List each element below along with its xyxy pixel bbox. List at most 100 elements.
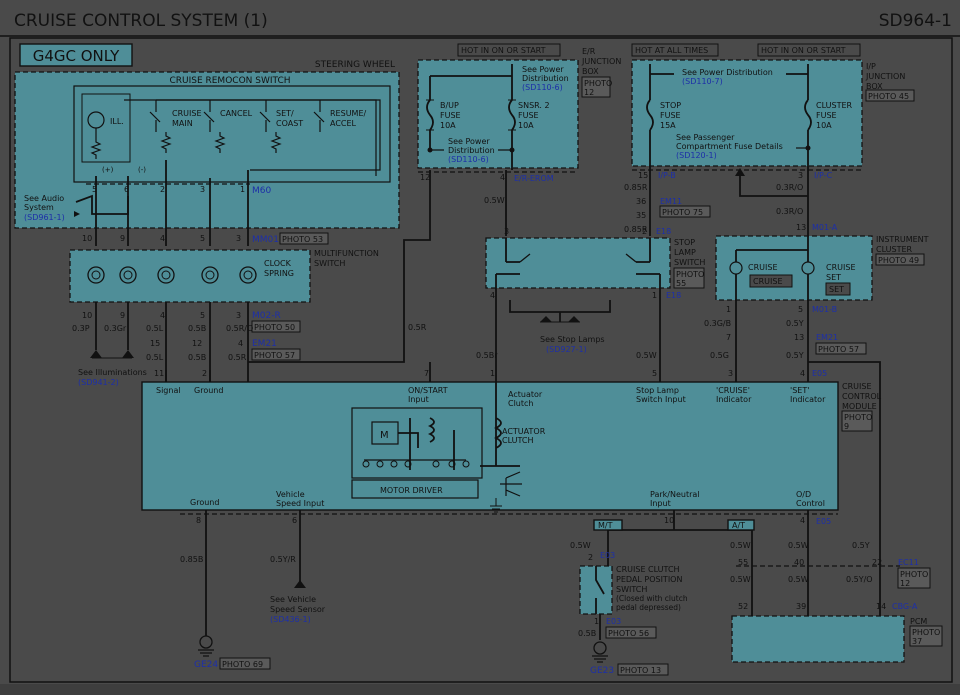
cbg-pin-52: 52 xyxy=(738,602,748,611)
ge24-connector: GE24 xyxy=(194,660,218,670)
cbg-pin-14: 14 xyxy=(876,602,886,611)
m02-connector: M02-R xyxy=(252,311,281,321)
wire-0-5w-stop: 0.5W xyxy=(636,351,657,360)
svg-text:3: 3 xyxy=(728,369,733,378)
m01a-connector: M01-A xyxy=(812,223,838,232)
cluster-title-1: INSTRUMENT xyxy=(876,235,929,244)
page-code: SD964-1 xyxy=(879,11,952,31)
wire-0-5y: 0.5Y xyxy=(786,319,804,328)
ccm-pn-label-1: Park/Neutral xyxy=(650,490,700,499)
wire-0-5br: 0.5Br xyxy=(476,351,498,360)
svg-text:1: 1 xyxy=(490,369,495,378)
er-pd2-link[interactable]: (SD110-6) xyxy=(448,155,489,164)
er-see-pd-2: Distribution xyxy=(522,74,569,83)
ccm-actuator-label-1: Actuator xyxy=(508,390,543,399)
ip-b-connector: I/P-B xyxy=(658,171,676,180)
clutch-switch-label-5: pedal depressed) xyxy=(616,603,681,612)
wire-0-5b-clutch: 0.5B xyxy=(578,629,596,638)
wire-0-5w-er: 0.5W xyxy=(484,196,505,205)
clutch-switch-label-1: CRUISE CLUTCH xyxy=(616,565,680,574)
ccm-cruise-label-2: Indicator xyxy=(716,395,752,404)
m01b-pin-5: 5 xyxy=(798,305,803,314)
stop-switch-pin-1: 1 xyxy=(652,291,657,300)
e18-connector: E18 xyxy=(656,227,671,236)
er-see-pd-link[interactable]: (SD110-6) xyxy=(522,83,563,92)
er-box-title-2: JUNCTION xyxy=(581,57,621,66)
passenger-fuse-link[interactable]: (SD120-1) xyxy=(676,151,717,160)
switch-label-accel: ACCEL xyxy=(330,119,357,128)
cruise-set-label-2: SET xyxy=(826,273,841,282)
wire-0-5ro: 0.5R/O xyxy=(226,324,253,333)
ec11-pin-40: 40 xyxy=(794,558,804,567)
ccm-signal-label: Signal xyxy=(156,386,181,395)
em21-pin-15: 15 xyxy=(150,339,160,348)
svg-text:11: 11 xyxy=(154,369,164,378)
er-box-title-3: BOX xyxy=(582,67,599,76)
wire-0-3ro-2: 0.3R/O xyxy=(776,207,803,216)
ec11-connector: EC11 xyxy=(898,558,919,567)
stop-switch-pin-4: 4 xyxy=(490,291,495,300)
ccm-stop-label-1: Stop Lamp xyxy=(636,386,679,395)
em21-photo-b: PHOTO 57 xyxy=(818,345,859,354)
ge23-photo: PHOTO 13 xyxy=(620,666,661,675)
power-label-hot-on-start-2: HOT IN ON OR START xyxy=(761,46,846,55)
passenger-fuse-ref-2: Compartment Fuse Details xyxy=(676,142,783,151)
em21-pin-4: 4 xyxy=(238,339,243,348)
switch-label-coast: COAST xyxy=(276,119,303,128)
ip-c-connector: I/P-C xyxy=(814,171,833,180)
wire-0-5r-b: 0.5R xyxy=(228,353,247,362)
vss-ref-link[interactable]: (SD436-1) xyxy=(270,615,311,624)
vss-ref-label-2: Speed Sensor xyxy=(270,605,326,614)
pcm-box xyxy=(731,615,905,663)
wiring-diagram: CRUISE CONTROL SYSTEM (1) SD964-1 G4GC O… xyxy=(0,0,960,695)
ccm-title-1: CRUISE xyxy=(842,382,872,391)
ccm-ground-label: Ground xyxy=(194,386,223,395)
ccm-title-3: MODULE xyxy=(842,402,877,411)
passenger-fuse-ref-1: See Passenger xyxy=(676,133,735,142)
e03-connector-b: E03 xyxy=(606,617,621,626)
ec11-pin-22: 22 xyxy=(872,558,882,567)
m02-pin-4: 4 xyxy=(160,311,165,320)
ccm-onstart-label-1: ON/START xyxy=(408,386,448,395)
actuator-clutch-label-2: CLUTCH xyxy=(502,436,534,445)
m02-pin-5: 5 xyxy=(200,311,205,320)
schematic-page: CRUISE CONTROL SYSTEM (1) SD964-1 G4GC O… xyxy=(0,0,960,695)
stop-lamps-ref-label: See Stop Lamps xyxy=(540,335,605,344)
stop-switch-label-2: LAMP xyxy=(674,248,696,257)
em21-connector: EM21 xyxy=(252,339,277,349)
stop-switch-label-1: STOP xyxy=(674,238,695,247)
wire-0-5r-er: 0.5R xyxy=(408,323,427,332)
ccm-od-label-2: Control xyxy=(796,499,825,508)
ccm-onstart-label-2: Input xyxy=(408,395,429,404)
ccm-photo-2: 9 xyxy=(844,422,849,431)
stop-switch-photo-2: 55 xyxy=(676,279,686,288)
ge24-photo: PHOTO 69 xyxy=(222,660,263,669)
ccm-ground-bottom-label: Ground xyxy=(190,498,219,507)
cluster-fuse-label: FUSE xyxy=(816,111,837,120)
ccm-set-label-2: Indicator xyxy=(790,395,826,404)
wire-0-5w-at-b: 0.5W xyxy=(730,575,751,584)
m02-pin-10: 10 xyxy=(82,311,92,320)
m02-pin-9: 9 xyxy=(120,311,125,320)
er-pin-4: 4 xyxy=(500,173,505,182)
ip-box-photo: PHOTO 45 xyxy=(868,92,909,101)
illumination-ref-link[interactable]: (SD941-2) xyxy=(78,378,119,387)
er-box-photo-2: 12 xyxy=(584,88,594,97)
motor-icon: M xyxy=(380,430,389,441)
bup-fuse-label: FUSE xyxy=(440,111,461,120)
e05-connector: E05 xyxy=(812,369,827,378)
ccm-actuator-label-2: Clutch xyxy=(508,399,533,408)
ccm-pin-4: 4 xyxy=(800,516,805,525)
em11-photo: PHOTO 75 xyxy=(662,208,703,217)
steering-wheel-box xyxy=(14,71,400,229)
wire-0-3gr: 0.3Gr xyxy=(104,324,127,333)
audio-ref-link[interactable]: (SD961-1) xyxy=(24,213,65,222)
wire-0-5w-at: 0.5W xyxy=(730,541,751,550)
er-pd2-1: See Power xyxy=(448,137,490,146)
plus-label: (+) xyxy=(102,166,114,174)
mm01-pin-3: 3 xyxy=(236,234,241,243)
ip-see-pd-link[interactable]: (SD110-7) xyxy=(682,77,723,86)
stop-fuse-name: STOP xyxy=(660,101,681,110)
power-label-hot-on-start-1: HOT IN ON OR START xyxy=(461,46,546,55)
stop-lamps-ref-link[interactable]: (SD927-1) xyxy=(546,345,587,354)
